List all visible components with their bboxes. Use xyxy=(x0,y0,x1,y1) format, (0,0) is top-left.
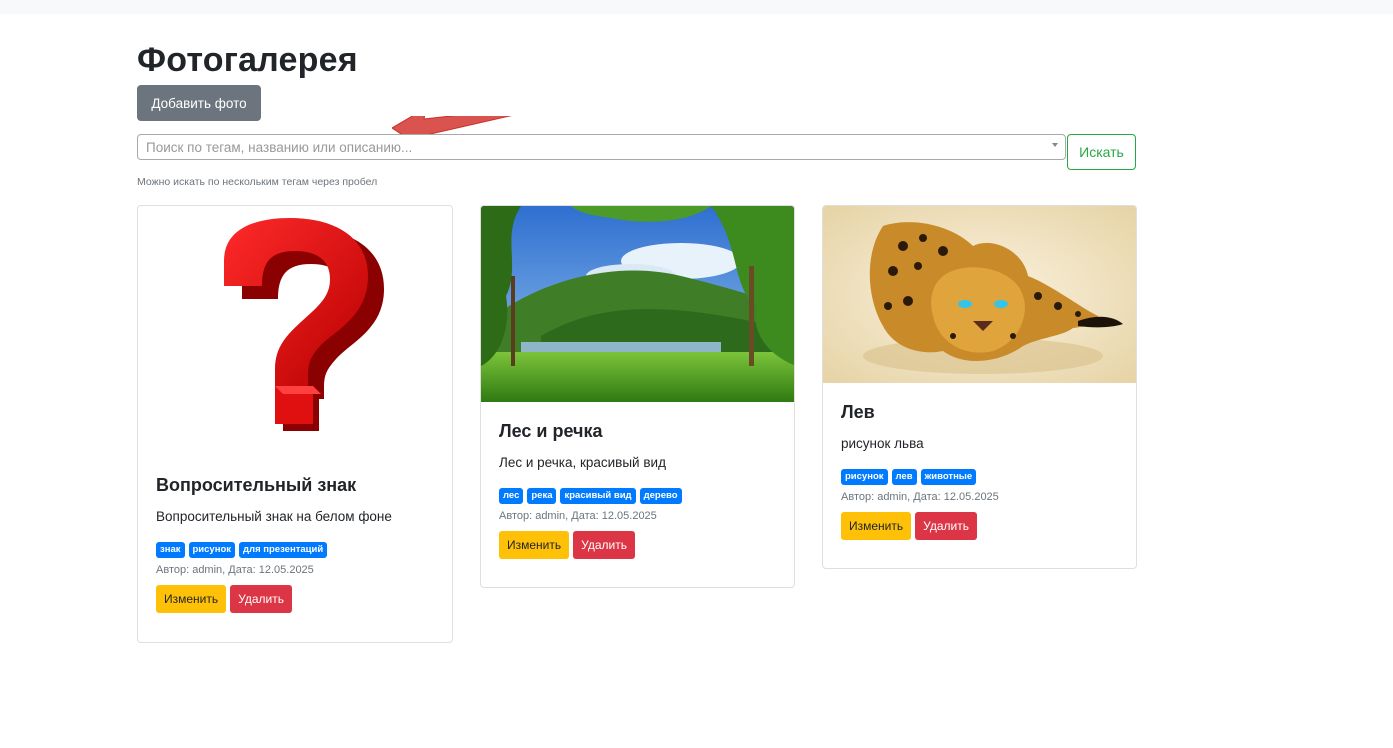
search-input[interactable]: Поиск по тегам, названию или описанию... xyxy=(137,134,1066,160)
tag-badge[interactable]: красивый вид xyxy=(560,488,636,504)
search-button[interactable]: Искать xyxy=(1067,134,1136,170)
card-meta: Автор: admin, Дата: 12.05.2025 xyxy=(156,564,314,576)
tag-badge[interactable]: лев xyxy=(891,469,917,485)
card-actions: Изменить Удалить xyxy=(499,531,776,559)
card-description: Лес и речка, красивый вид xyxy=(499,455,666,470)
tag-badge[interactable]: рисунок xyxy=(841,469,888,485)
leopard-image xyxy=(823,206,1136,383)
photo-leopard[interactable] xyxy=(823,206,1136,383)
edit-button[interactable]: Изменить xyxy=(156,585,227,613)
search-hint: Можно искать по нескольким тегам через п… xyxy=(137,176,378,188)
card-meta: Автор: admin, Дата: 12.05.2025 xyxy=(499,510,657,522)
dropdown-caret-icon xyxy=(1052,143,1058,147)
page-title: Фотогалерея xyxy=(137,41,358,79)
card-title: Лес и речка xyxy=(499,421,603,441)
edit-button[interactable]: Изменить xyxy=(499,531,570,559)
card-title: Вопросительный знак xyxy=(156,475,357,495)
card-actions: Изменить Удалить xyxy=(156,585,434,613)
card-description: Вопросительный знак на белом фоне xyxy=(156,509,392,524)
tag-badge[interactable]: животные xyxy=(920,469,977,485)
tag-badge[interactable]: река xyxy=(527,488,557,504)
question-mark-image xyxy=(224,218,384,431)
tag-list: рисунок лев животные xyxy=(841,469,1118,485)
delete-button[interactable]: Удалить xyxy=(915,512,977,540)
delete-button[interactable]: Удалить xyxy=(230,585,292,613)
photo-card: Лев рисунок льва рисунок лев животные Ав… xyxy=(822,205,1137,569)
delete-button[interactable]: Удалить xyxy=(573,531,635,559)
tag-badge[interactable]: для презентаций xyxy=(239,542,328,558)
photo-card: Вопросительный знак Вопросительный знак … xyxy=(137,205,453,643)
photo-card: Лес и речка Лес и речка, красивый вид ле… xyxy=(480,205,795,588)
card-description: рисунок льва xyxy=(841,436,924,451)
tag-badge[interactable]: дерево xyxy=(639,488,682,504)
edit-button[interactable]: Изменить xyxy=(841,512,912,540)
top-bar xyxy=(0,0,1393,14)
tag-list: знак рисунок для презентаций xyxy=(156,542,434,558)
search-placeholder: Поиск по тегам, названию или описанию... xyxy=(146,139,413,155)
forest-river-image xyxy=(481,206,794,402)
tag-badge[interactable]: лес xyxy=(499,488,524,504)
tag-list: лес река красивый вид дерево xyxy=(499,488,776,504)
photo-forest-river[interactable] xyxy=(481,206,794,402)
tag-badge[interactable]: рисунок xyxy=(188,542,236,558)
tag-badge[interactable]: знак xyxy=(156,542,185,558)
search-row: Поиск по тегам, названию или описанию...… xyxy=(137,134,1137,170)
card-title: Лев xyxy=(841,402,875,422)
photo-question-mark[interactable] xyxy=(138,206,452,458)
card-meta: Автор: admin, Дата: 12.05.2025 xyxy=(841,491,999,503)
gallery-container: Фотогалерея Добавить фото Поиск по тегам… xyxy=(137,38,1137,188)
card-actions: Изменить Удалить xyxy=(841,512,1118,540)
add-photo-button[interactable]: Добавить фото xyxy=(137,85,261,121)
